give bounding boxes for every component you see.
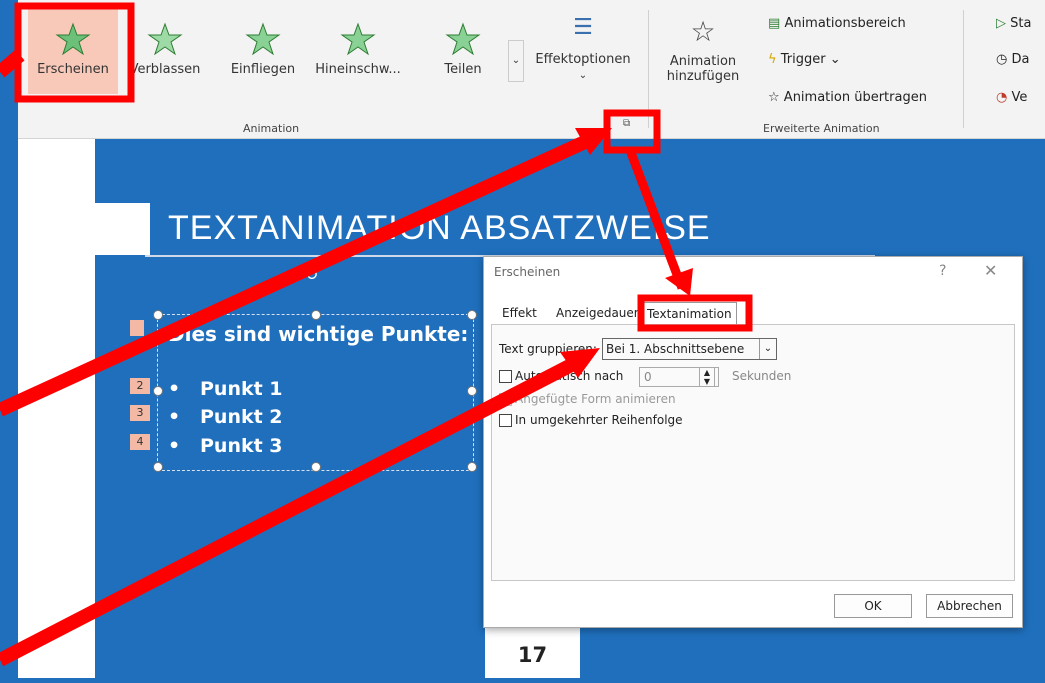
resize-handle[interactable]: [311, 462, 321, 472]
erscheinen-button[interactable]: Erscheinen: [28, 8, 118, 94]
star-fade-icon: [147, 22, 183, 56]
chevron-down-icon: ⌄: [578, 70, 588, 81]
reverse-label: In umgekehrter Reihenfolge: [515, 413, 683, 427]
rotate-handle-icon[interactable]: ↻: [305, 265, 318, 284]
animation-group-label: Animation: [243, 122, 300, 135]
checkbox-icon: [499, 393, 512, 406]
reverse-checkbox[interactable]: In umgekehrter Reihenfolge: [499, 413, 683, 427]
resize-handle[interactable]: [153, 462, 163, 472]
clock-icon: ◷: [996, 52, 1008, 67]
bullet-text: Punkt 1: [200, 378, 283, 400]
bullet-item: • Punkt 2: [168, 406, 283, 428]
verblassen-label: Verblassen: [129, 62, 201, 77]
play-icon: ▷: [996, 16, 1006, 31]
cancel-button[interactable]: Abbrechen: [926, 594, 1013, 618]
dialog-launcher-icon[interactable]: ⧉: [623, 118, 630, 129]
star-fly-icon: [245, 22, 281, 56]
animationsbereich-label: Animationsbereich: [784, 16, 906, 31]
title-accent-bar: [95, 203, 150, 255]
erweiterte-group-label: Erweiterte Animation: [763, 122, 880, 135]
auto-checkbox[interactable]: Automatisch nach: [499, 369, 623, 383]
effektoptionen-label: Effektoptionen: [535, 52, 631, 67]
attached-shape-label: Angefügte Form animieren: [515, 392, 676, 406]
verblassen-button[interactable]: Verblassen: [120, 8, 210, 94]
trigger-button[interactable]: ϟ Trigger ⌄: [768, 52, 841, 67]
thumbnail-pane: [18, 139, 95, 678]
spinner-icon[interactable]: ▲ ▼: [699, 367, 715, 387]
animation-hinzufuegen-line1: Animation: [669, 54, 737, 69]
star-icon: [55, 22, 91, 56]
teilen-button[interactable]: Teilen: [418, 8, 508, 94]
resize-handle[interactable]: [153, 386, 163, 396]
erscheinen-label: Erscheinen: [37, 62, 109, 77]
animation-hinzufuegen-line2: hinzufügen: [666, 69, 740, 84]
effektoptionen-button[interactable]: ☰ Effektoptionen ⌄: [533, 15, 633, 82]
bullet-item: • Punkt 1: [168, 378, 283, 400]
bullet-item: • Punkt 3: [168, 435, 283, 457]
star-float-icon: [340, 22, 376, 56]
seconds-label: Sekunden: [732, 369, 792, 383]
anim-tag[interactable]: [130, 320, 144, 336]
star-split-icon: [445, 22, 481, 56]
help-button[interactable]: ?: [939, 263, 946, 279]
painter-icon: ☆: [768, 90, 780, 105]
resize-handle[interactable]: [467, 462, 477, 472]
bullet-text: Punkt 3: [200, 435, 283, 457]
page-number: 17: [485, 627, 580, 678]
attached-shape-checkbox[interactable]: Angefügte Form animieren: [499, 392, 676, 406]
resize-handle[interactable]: [467, 386, 477, 396]
hineinschweben-label: Hineinschw...: [315, 62, 401, 77]
anim-tag[interactable]: 3: [130, 405, 150, 421]
dauer-label: Da: [1011, 52, 1030, 67]
separator: [963, 10, 964, 128]
ribbon: Erscheinen Verblassen Einfliegen Hineins…: [18, 0, 1045, 139]
hineinschweben-button[interactable]: Hineinschw...: [313, 8, 403, 94]
verzoegerung-field[interactable]: ◔ Ve: [996, 90, 1027, 105]
dialog-title: Erscheinen: [494, 265, 561, 279]
delay-icon: ◔: [996, 90, 1008, 105]
animationsbereich-button[interactable]: ▤ Animationsbereich: [768, 16, 906, 31]
arrow-line: [0, 49, 25, 78]
start-button[interactable]: ▷ Sta: [996, 16, 1031, 31]
gallery-more-button[interactable]: ⌄: [508, 40, 524, 82]
einfliegen-label: Einfliegen: [230, 62, 296, 77]
list-icon: ☰: [573, 15, 593, 40]
auto-label: Automatisch nach: [515, 369, 624, 383]
pane-icon: ▤: [768, 16, 781, 31]
resize-handle[interactable]: [153, 310, 163, 320]
bullet-heading: Dies sind wichtige Punkte:: [168, 322, 469, 346]
dauer-field[interactable]: ◷ Da: [996, 52, 1029, 67]
resize-handle[interactable]: [311, 310, 321, 320]
tab-textanimation[interactable]: Textanimation: [642, 302, 737, 325]
lightning-icon: ϟ: [768, 52, 777, 67]
close-button[interactable]: ✕: [984, 261, 997, 280]
teilen-label: Teilen: [444, 62, 482, 77]
group-select[interactable]: Bei 1. Abschnittsebene ⌄: [602, 338, 777, 360]
verzoegerung-label: Ve: [1011, 90, 1028, 105]
animation-uebertragen-label: Animation übertragen: [783, 90, 927, 105]
trigger-label: Trigger: [780, 52, 826, 67]
separator: [648, 10, 649, 128]
animation-hinzufuegen-button[interactable]: ☆ Animation hinzufügen: [658, 15, 748, 84]
checkbox-icon: [499, 414, 512, 427]
tab-pane: [491, 324, 1015, 581]
tab-effekt[interactable]: Effekt: [498, 302, 541, 324]
einfliegen-button[interactable]: Einfliegen: [218, 8, 308, 94]
ok-button[interactable]: OK: [834, 594, 912, 618]
bullet-text: Punkt 2: [200, 406, 283, 428]
checkbox-icon: [499, 370, 512, 383]
anim-tag[interactable]: 4: [130, 434, 150, 450]
chevron-down-icon: ⌄: [759, 339, 776, 359]
anim-tag[interactable]: 2: [130, 378, 150, 394]
slide-title[interactable]: Textanimation Absatzweise: [168, 209, 711, 248]
start-label: Sta: [1010, 16, 1032, 31]
add-star-icon: ☆: [690, 15, 716, 48]
resize-handle[interactable]: [467, 310, 477, 320]
erscheinen-dialog: Erscheinen ? ✕ Effekt Anzeigedauer Texta…: [483, 256, 1023, 628]
tab-anzeigedauer[interactable]: Anzeigedauer: [552, 302, 643, 324]
group-label: Text gruppieren:: [499, 342, 597, 356]
animation-uebertragen-button[interactable]: ☆ Animation übertragen: [768, 90, 927, 105]
group-select-value: Bei 1. Abschnittsebene: [606, 342, 745, 356]
